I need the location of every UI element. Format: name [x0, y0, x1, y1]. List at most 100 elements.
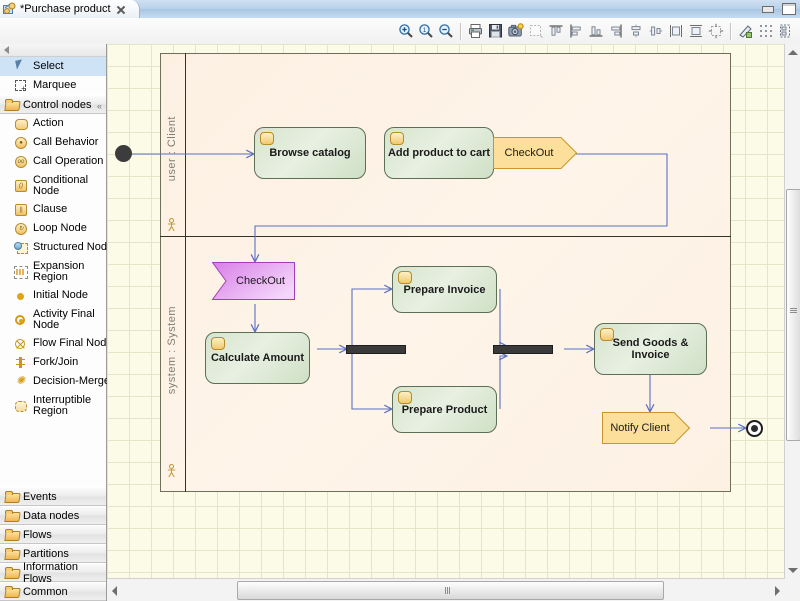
action-node-prepare-product[interactable]: Prepare Product: [392, 386, 497, 433]
palette-tool-label: Marquee: [33, 80, 76, 91]
chevron-collapse-icon[interactable]: «: [97, 101, 101, 111]
collapse-palette-icon[interactable]: [4, 46, 9, 54]
palette-item-label: Fork/Join: [33, 357, 78, 368]
zoom-in-icon[interactable]: [396, 20, 416, 42]
cursor-icon: [14, 60, 28, 74]
folder-icon: [5, 548, 19, 559]
align-right-icon[interactable]: [606, 20, 626, 42]
horizontal-scroll-thumb[interactable]: [237, 581, 664, 600]
zoom-actual-icon[interactable]: 1: [416, 20, 436, 42]
flow-final-node-icon: [14, 337, 28, 351]
initial-node-icon: [14, 289, 28, 303]
autosize-icon[interactable]: [706, 20, 726, 42]
initial-node[interactable]: [115, 145, 132, 162]
send-signal-label: CheckOut: [505, 147, 566, 159]
palette-group-events[interactable]: Events: [0, 487, 106, 506]
scroll-up-icon[interactable]: [788, 50, 798, 55]
palette-item-loop-node[interactable]: ↻ Loop Node: [0, 219, 106, 238]
palette-item-label: Conditional Node: [33, 175, 99, 197]
palette-item-expansion-region[interactable]: Expansion Region: [0, 257, 106, 286]
palette-item-call-behavior[interactable]: ● Call Behavior: [0, 133, 106, 152]
palette-item-activity-final-node[interactable]: Activity Final Node: [0, 305, 106, 334]
scrollbar-corner: [785, 579, 800, 601]
scroll-right-icon[interactable]: [775, 586, 780, 596]
conditional-node-icon: (): [14, 179, 28, 193]
arrange-all-icon[interactable]: [776, 20, 796, 42]
diagram-icon: [3, 2, 17, 16]
join-node-bar[interactable]: [493, 345, 553, 354]
palette-group-control-nodes[interactable]: Control nodes «: [0, 95, 106, 114]
action-node-prepare-invoice[interactable]: Prepare Invoice: [392, 266, 497, 313]
vertical-scroll-thumb[interactable]: [786, 189, 800, 441]
palette-group-flows[interactable]: Flows: [0, 525, 106, 544]
minimize-icon[interactable]: [760, 2, 775, 15]
match-height-icon[interactable]: [686, 20, 706, 42]
window-controls: [760, 2, 796, 15]
align-bottom-icon[interactable]: [586, 20, 606, 42]
palette-item-structured-node[interactable]: Structured Node: [0, 238, 106, 257]
accept-event-node-checkout[interactable]: CheckOut: [212, 262, 295, 300]
palette-item-clause[interactable]: || Clause: [0, 200, 106, 219]
palette-item-decision-merge[interactable]: ✺ Decision-Merge: [0, 372, 106, 391]
align-center-icon[interactable]: [626, 20, 646, 42]
align-top-icon[interactable]: [546, 20, 566, 42]
action-node-browse-catalog[interactable]: Browse catalog: [254, 127, 366, 179]
horizontal-scrollbar[interactable]: [107, 578, 785, 601]
action-node-send-goods-invoice[interactable]: Send Goods & Invoice: [594, 323, 707, 375]
palette-item-call-operation[interactable]: oo Call Operation: [0, 152, 106, 171]
maximize-icon[interactable]: [781, 2, 796, 15]
print-icon[interactable]: [466, 20, 486, 42]
page-break-icon[interactable]: [526, 20, 546, 42]
folder-icon: [5, 510, 19, 521]
palette-collapse-bar[interactable]: [0, 44, 106, 57]
snap-grid-icon[interactable]: [756, 20, 776, 42]
send-signal-node-notify-client[interactable]: Notify Client: [602, 412, 690, 444]
vertical-scrollbar[interactable]: [784, 44, 800, 579]
save-icon[interactable]: [486, 20, 506, 42]
call-behavior-icon: ●: [14, 136, 28, 150]
palette-item-label: Interruptible Region: [33, 395, 99, 417]
fork-node-bar[interactable]: [346, 345, 406, 354]
editor-tab-purchase-product[interactable]: *Purchase product: [0, 0, 140, 18]
palette-item-interruptible-region[interactable]: Interruptible Region: [0, 391, 106, 420]
palette-group-label: Events: [23, 491, 57, 503]
action-badge-icon: [390, 132, 404, 145]
action-badge-icon: [398, 391, 412, 404]
palette-tool-marquee[interactable]: + Marquee: [0, 76, 106, 95]
palette-item-label: Action: [33, 118, 64, 129]
palette-item-action[interactable]: Action: [0, 114, 106, 133]
scroll-left-icon[interactable]: [112, 586, 117, 596]
palette-item-flow-final-node[interactable]: Flow Final Node: [0, 334, 106, 353]
close-icon[interactable]: [115, 4, 126, 15]
snapshot-icon[interactable]: [506, 20, 526, 42]
palette: Select + Marquee Control nodes « Action …: [0, 44, 107, 601]
partition-label-system: system : System: [166, 306, 178, 394]
palette-item-initial-node[interactable]: Initial Node: [0, 286, 106, 305]
palette-group-data-nodes[interactable]: Data nodes: [0, 506, 106, 525]
action-node-icon: [14, 117, 28, 131]
palette-item-label: Loop Node: [33, 223, 87, 234]
match-width-icon[interactable]: [666, 20, 686, 42]
action-node-add-product-to-cart[interactable]: Add product to cart: [384, 127, 494, 179]
action-node-calculate-amount[interactable]: Calculate Amount: [205, 332, 310, 384]
scroll-down-icon[interactable]: [788, 568, 798, 573]
partition-divider: [160, 236, 731, 237]
editor-tab-label: *Purchase product: [20, 3, 111, 15]
palette-item-label: Clause: [33, 204, 67, 215]
palette-item-label: Activity Final Node: [33, 309, 99, 331]
palette-item-conditional-node[interactable]: () Conditional Node: [0, 171, 106, 200]
palette-item-fork-join[interactable]: Fork/Join: [0, 353, 106, 372]
align-left-icon[interactable]: [566, 20, 586, 42]
toolbar-separator: [460, 23, 462, 40]
palette-group-common[interactable]: Common: [0, 582, 106, 601]
palette-tool-select[interactable]: Select: [0, 57, 106, 76]
format-painter-icon[interactable]: [736, 20, 756, 42]
decision-merge-icon: ✺: [14, 375, 28, 389]
zoom-out-icon[interactable]: [436, 20, 456, 42]
diagram-canvas[interactable]: user : Client system : System: [107, 44, 785, 579]
palette-group-information-flows[interactable]: Information Flows: [0, 563, 106, 582]
activity-final-node[interactable]: [746, 420, 763, 437]
align-middle-icon[interactable]: [646, 20, 666, 42]
send-signal-node-checkout[interactable]: CheckOut: [493, 137, 577, 169]
palette-group-label: Flows: [23, 529, 52, 541]
